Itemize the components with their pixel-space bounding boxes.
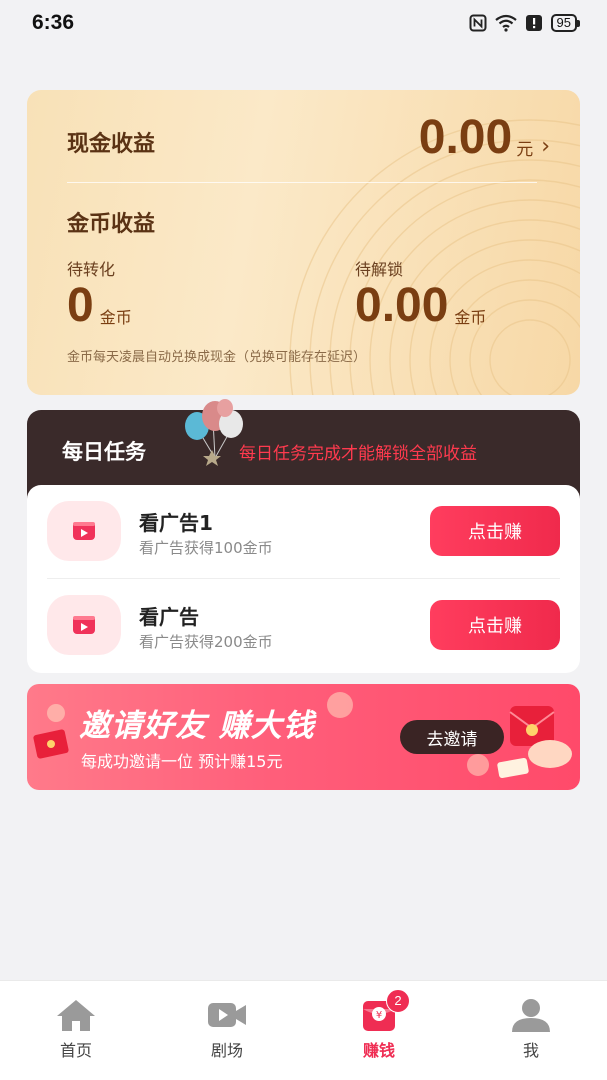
divider — [67, 182, 537, 183]
earnings-card: 现金收益 0.00 元 › 金币收益 待转化 待解锁 0 金币 0.00 金币 … — [27, 90, 580, 395]
video-camera-icon — [208, 1003, 246, 1027]
pending-unlock-label: 待解锁 — [355, 260, 404, 279]
pending-convert-value: 0 — [67, 279, 94, 332]
task-description: 看广告获得200金币 — [139, 633, 273, 651]
invite-title: 邀请好友 赚大钱 — [79, 708, 315, 744]
decorative-sparkle — [467, 754, 489, 776]
status-icons: 95 — [469, 14, 581, 32]
cash-unit: 元 — [516, 140, 534, 160]
list-item: 看广告1 看广告获得100金币 点击赚 — [27, 485, 580, 579]
invite-banner[interactable]: 邀请好友 赚大钱 每成功邀请一位 预计赚15元 去邀请 — [27, 684, 580, 790]
home-icon — [57, 1000, 95, 1031]
pending-convert-label: 待转化 — [67, 260, 116, 279]
play-video-icon — [73, 522, 95, 540]
decorative-sparkle — [47, 704, 65, 722]
invite-button[interactable]: 去邀请 — [400, 720, 504, 754]
list-item: 看广告 看广告获得200金币 点击赚 — [27, 579, 580, 673]
notification-badge: 2 — [386, 989, 410, 1013]
nav-item-me[interactable]: 我 — [491, 997, 571, 1061]
cash-amount: 0.00 — [418, 111, 513, 164]
daily-tasks-list: 看广告1 看广告获得100金币 点击赚 看广告 看广告获得200金币 点击赚 — [27, 485, 580, 673]
daily-tasks-title: 每日任务 — [62, 440, 146, 464]
red-envelope-icon — [33, 729, 69, 759]
status-bar: 6:36 95 — [0, 0, 607, 46]
earn-button[interactable]: 点击赚 — [430, 506, 560, 556]
task-name: 看广告1 — [139, 511, 213, 535]
bottom-nav: 首页 剧场 ¥ 2 赚钱 我 — [0, 980, 607, 1080]
invite-subtitle: 每成功邀请一位 预计赚15元 — [81, 752, 283, 771]
pending-unlock-value-group: 0.00 金币 — [355, 280, 486, 332]
nav-label: 首页 — [59, 1041, 92, 1060]
earn-button[interactable]: 点击赚 — [430, 600, 560, 650]
pending-convert-value-group: 0 金币 — [67, 280, 132, 332]
decorative-sparkle — [327, 692, 353, 718]
task-description: 看广告获得100金币 — [139, 539, 273, 557]
chevron-right-icon: › — [541, 134, 550, 159]
daily-tasks-tip: 每日任务完成才能解锁全部收益 — [239, 444, 477, 464]
svg-text:¥: ¥ — [376, 1010, 382, 1021]
nav-label: 我 — [522, 1041, 539, 1060]
cash-earnings-label: 现金收益 — [67, 132, 156, 157]
nav-label: 剧场 — [210, 1041, 243, 1060]
gift-envelope-icon — [497, 706, 572, 779]
exchange-note: 金币每天凌晨自动兑换成现金（兑换可能存在延迟） — [67, 350, 367, 365]
video-icon-container — [47, 501, 121, 561]
wifi-icon — [494, 14, 517, 32]
pending-unlock-unit: 金币 — [454, 308, 487, 327]
pending-unlock-value: 0.00 — [355, 279, 449, 332]
coin-earnings-label: 金币收益 — [67, 212, 156, 237]
cash-earnings-link[interactable]: 0.00 元 › — [419, 112, 550, 164]
user-icon — [512, 999, 550, 1032]
status-time: 6:36 — [32, 11, 75, 34]
alert-icon — [525, 15, 542, 31]
play-video-icon — [73, 616, 95, 634]
video-icon-container — [47, 595, 121, 655]
nav-item-earn[interactable]: ¥ 2 赚钱 — [339, 989, 419, 1061]
nav-item-home[interactable]: 首页 — [36, 997, 116, 1061]
nav-label: 赚钱 — [362, 1041, 395, 1060]
task-name: 看广告 — [139, 605, 199, 629]
nav-item-theater[interactable]: 剧场 — [187, 997, 267, 1061]
battery-indicator: 95 — [550, 14, 581, 32]
nfc-icon — [469, 14, 487, 32]
pending-convert-unit: 金币 — [99, 308, 132, 327]
